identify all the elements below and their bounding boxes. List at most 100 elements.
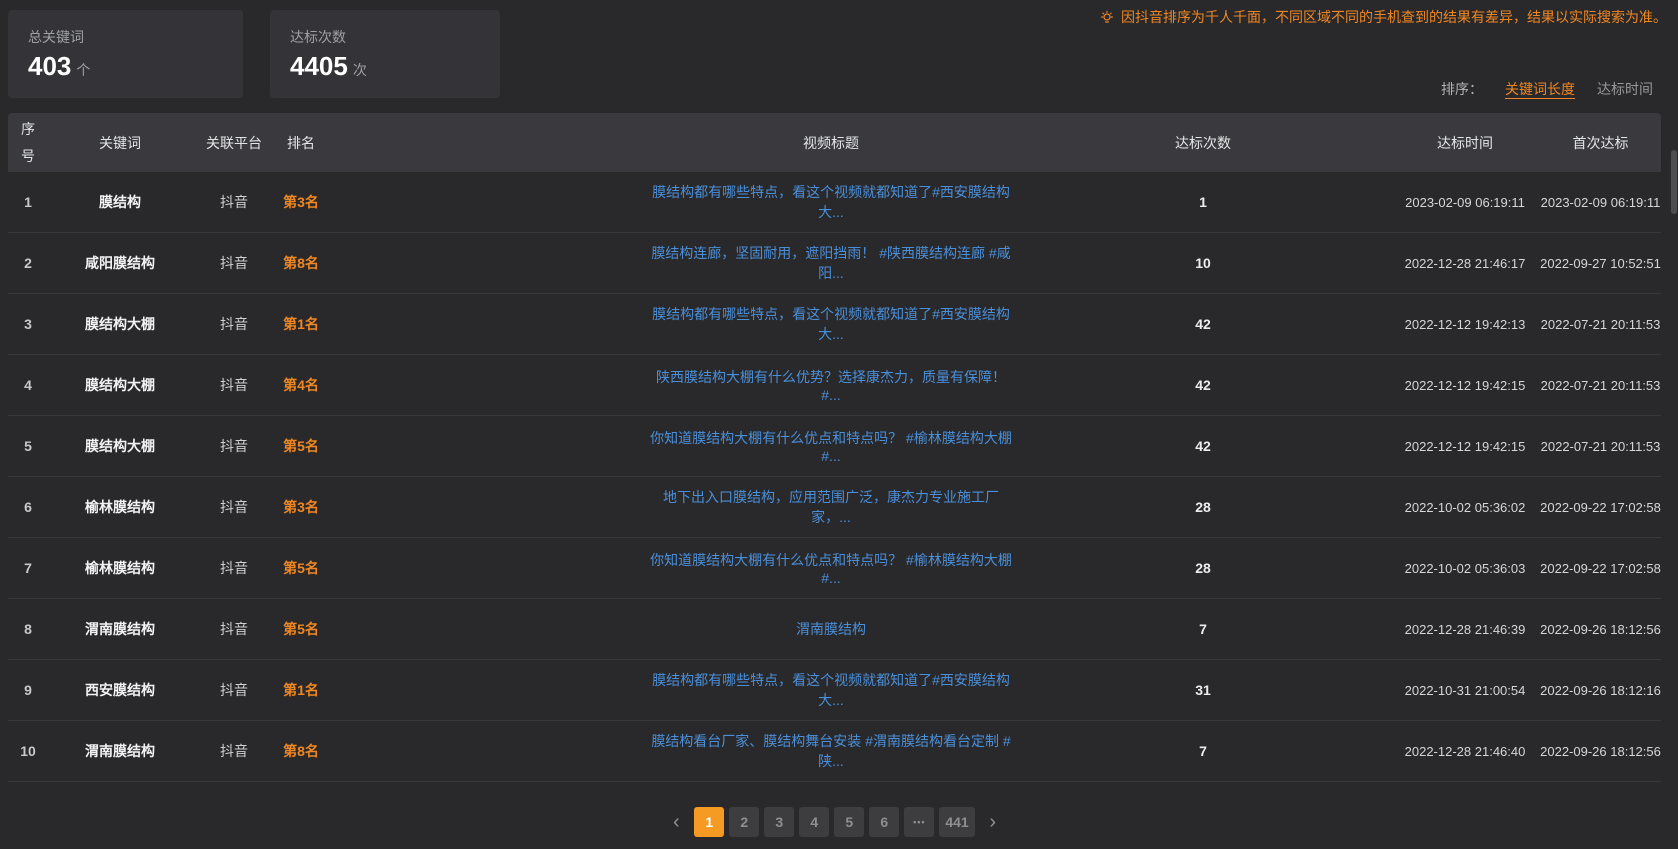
- platform-cell: 抖音: [192, 314, 276, 334]
- first-reach-cell: 2022-09-26 18:12:56: [1540, 744, 1661, 759]
- rank-cell: 第8名: [276, 741, 326, 761]
- reach-time-cell: 2022-12-12 19:42:13: [1390, 317, 1540, 332]
- page-button-4[interactable]: 4: [799, 807, 829, 837]
- keyword-cell: 咸阳膜结构: [48, 253, 192, 273]
- platform-cell: 抖音: [192, 436, 276, 456]
- video-title-link[interactable]: 膜结构连廊，坚固耐用，遮阳挡雨！ #陕西膜结构连廊 #咸阳...: [651, 245, 1010, 281]
- rank-cell: 第5名: [276, 619, 326, 639]
- page-button-6[interactable]: 6: [869, 807, 899, 837]
- row-index: 7: [8, 560, 48, 576]
- notice-text: 因抖音排序为千人千面，不同区域不同的手机查到的结果有差异，结果以实际搜索为准。: [1121, 7, 1667, 27]
- reach-count-cell: 7: [1016, 621, 1390, 637]
- first-reach-cell: 2022-07-21 20:11:53: [1540, 439, 1661, 454]
- video-title-link[interactable]: 你知道膜结构大棚有什么优点和特点吗？ #榆林膜结构大棚 #...: [650, 552, 1012, 586]
- row-index: 5: [8, 438, 48, 454]
- first-reach-cell: 2022-09-26 18:12:56: [1540, 622, 1661, 637]
- table-header: 序号 关键词 关联平台 排名 视频标题 达标次数 达标时间 首次达标: [8, 113, 1661, 172]
- table-row: 8 渭南膜结构 抖音 第5名 渭南膜结构 7 2022-12-28 21:46:…: [8, 599, 1661, 660]
- table-row: 9 西安膜结构 抖音 第1名 膜结构都有哪些特点，看这个视频就都知道了#西安膜结…: [8, 660, 1661, 721]
- sort-option-reach-time[interactable]: 达标时间: [1597, 79, 1653, 99]
- video-title-cell: 膜结构都有哪些特点，看这个视频就都知道了#西安膜结构大...: [326, 182, 1016, 222]
- reach-count-cell: 10: [1016, 255, 1390, 271]
- col-header-reach-time: 达标时间: [1390, 133, 1540, 153]
- col-header-index: 序号: [8, 116, 48, 169]
- reach-time-cell: 2022-12-28 21:46:39: [1390, 622, 1540, 637]
- stat-label: 达标次数: [290, 27, 480, 47]
- rank-cell: 第3名: [276, 192, 326, 212]
- stat-value: 403个: [28, 51, 223, 82]
- col-header-rank: 排名: [276, 133, 326, 153]
- col-header-first-reach: 首次达标: [1540, 133, 1661, 153]
- first-reach-cell: 2022-09-22 17:02:58: [1540, 561, 1661, 576]
- page-button-5[interactable]: 5: [834, 807, 864, 837]
- page-button-3[interactable]: 3: [764, 807, 794, 837]
- video-title-cell: 地下出入口膜结构，应用范围广泛，康杰力专业施工厂家，...: [326, 487, 1016, 527]
- video-title-cell: 你知道膜结构大棚有什么优点和特点吗？ #榆林膜结构大棚 #...: [326, 550, 1016, 586]
- video-title-cell: 膜结构都有哪些特点，看这个视频就都知道了#西安膜结构大...: [326, 304, 1016, 344]
- video-title-link[interactable]: 膜结构看台厂家、膜结构舞台安装 #渭南膜结构看台定制 #陕...: [651, 733, 1010, 769]
- sort-option-keyword-length[interactable]: 关键词长度: [1505, 79, 1575, 99]
- platform-cell: 抖音: [192, 619, 276, 639]
- video-title-link[interactable]: 膜结构都有哪些特点，看这个视频就都知道了#西安膜结构大...: [652, 306, 1010, 342]
- more-pages-button[interactable]: •••: [904, 807, 934, 837]
- reach-count-cell: 7: [1016, 743, 1390, 759]
- table-row: 4 膜结构大棚 抖音 第4名 陕西膜结构大棚有什么优势？选择康杰力，质量有保障！…: [8, 355, 1661, 416]
- first-reach-cell: 2022-07-21 20:11:53: [1540, 317, 1661, 332]
- video-title-cell: 膜结构连廊，坚固耐用，遮阳挡雨！ #陕西膜结构连廊 #咸阳...: [326, 243, 1016, 283]
- col-header-video-title: 视频标题: [326, 133, 1016, 153]
- platform-cell: 抖音: [192, 375, 276, 395]
- video-title-link[interactable]: 地下出入口膜结构，应用范围广泛，康杰力专业施工厂家，...: [663, 489, 999, 525]
- sort-bar: 排序： 关键词长度 达标时间: [1441, 79, 1653, 99]
- row-index: 1: [8, 194, 48, 210]
- video-title-link[interactable]: 你知道膜结构大棚有什么优点和特点吗？ #榆林膜结构大棚 #...: [650, 430, 1012, 464]
- row-index: 2: [8, 255, 48, 271]
- next-page-button[interactable]: ›: [980, 807, 1006, 837]
- col-header-keyword: 关键词: [48, 133, 192, 153]
- video-title-link[interactable]: 陕西膜结构大棚有什么优势？选择康杰力，质量有保障！ #...: [656, 369, 1006, 403]
- vertical-scrollbar-thumb[interactable]: [1671, 150, 1677, 214]
- keyword-cell: 膜结构大棚: [48, 375, 192, 395]
- video-title-cell: 膜结构都有哪些特点，看这个视频就都知道了#西安膜结构大...: [326, 670, 1016, 710]
- table-row: 1 膜结构 抖音 第3名 膜结构都有哪些特点，看这个视频就都知道了#西安膜结构大…: [8, 172, 1661, 233]
- video-title-link[interactable]: 膜结构都有哪些特点，看这个视频就都知道了#西安膜结构大...: [652, 184, 1010, 220]
- platform-cell: 抖音: [192, 192, 276, 212]
- col-header-reach-count: 达标次数: [1016, 133, 1390, 153]
- douyin-ranking-notice: 因抖音排序为千人千面，不同区域不同的手机查到的结果有差异，结果以实际搜索为准。: [1099, 7, 1667, 27]
- first-reach-cell: 2022-09-26 18:12:16: [1540, 683, 1661, 698]
- platform-cell: 抖音: [192, 680, 276, 700]
- reach-time-cell: 2022-12-28 21:46:17: [1390, 256, 1540, 271]
- page-button-2[interactable]: 2: [729, 807, 759, 837]
- video-title-cell: 膜结构看台厂家、膜结构舞台安装 #渭南膜结构看台定制 #陕...: [326, 731, 1016, 771]
- col-header-platform: 关联平台: [192, 133, 276, 153]
- video-title-link[interactable]: 膜结构都有哪些特点，看这个视频就都知道了#西安膜结构大...: [652, 672, 1010, 708]
- reach-time-cell: 2022-10-02 05:36:02: [1390, 500, 1540, 515]
- video-title-link[interactable]: 渭南膜结构: [796, 621, 866, 637]
- table-row: 5 膜结构大棚 抖音 第5名 你知道膜结构大棚有什么优点和特点吗？ #榆林膜结构…: [8, 416, 1661, 477]
- reach-count-cell: 42: [1016, 316, 1390, 332]
- keyword-cell: 渭南膜结构: [48, 741, 192, 761]
- rank-cell: 第8名: [276, 253, 326, 273]
- reach-time-cell: 2022-10-31 21:00:54: [1390, 683, 1540, 698]
- platform-cell: 抖音: [192, 558, 276, 578]
- rank-cell: 第5名: [276, 436, 326, 456]
- reach-count-cell: 28: [1016, 560, 1390, 576]
- stat-value: 4405次: [290, 51, 480, 82]
- platform-cell: 抖音: [192, 253, 276, 273]
- stat-unit: 次: [353, 62, 367, 78]
- row-index: 3: [8, 316, 48, 332]
- pagination: ‹ 1 2 3 4 5 6 ••• 441 ›: [8, 807, 1661, 837]
- page-button-441[interactable]: 441: [939, 807, 974, 837]
- bulb-icon: [1099, 9, 1115, 25]
- rank-cell: 第1名: [276, 314, 326, 334]
- page-button-1[interactable]: 1: [694, 807, 724, 837]
- prev-page-button[interactable]: ‹: [663, 807, 689, 837]
- platform-cell: 抖音: [192, 741, 276, 761]
- table-row: 7 榆林膜结构 抖音 第5名 你知道膜结构大棚有什么优点和特点吗？ #榆林膜结构…: [8, 538, 1661, 599]
- reach-count-cell: 28: [1016, 499, 1390, 515]
- keyword-cell: 膜结构大棚: [48, 436, 192, 456]
- reach-count-cell: 42: [1016, 377, 1390, 393]
- keyword-cell: 榆林膜结构: [48, 558, 192, 578]
- keyword-cell: 膜结构大棚: [48, 314, 192, 334]
- rank-cell: 第5名: [276, 558, 326, 578]
- stat-card-total-keywords: 总关键词 403个: [8, 10, 243, 98]
